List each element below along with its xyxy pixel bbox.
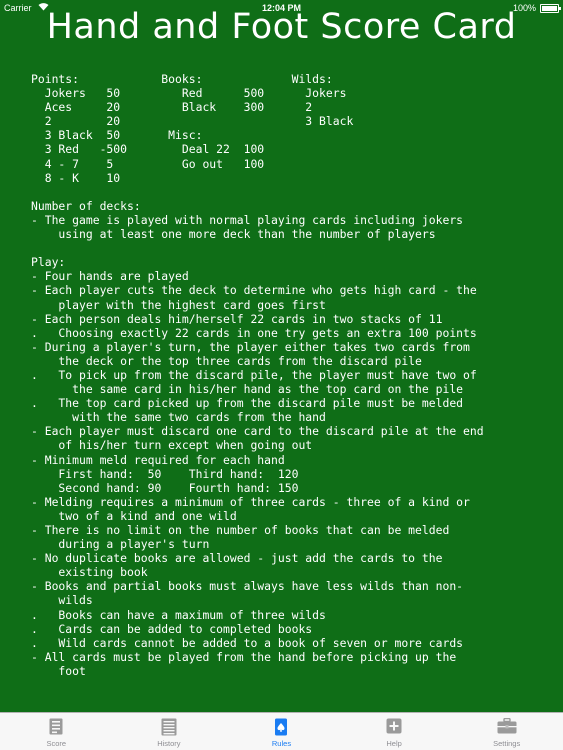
rules-line: 3 Black 50 Misc: — [31, 128, 203, 143]
score-icon — [49, 718, 63, 737]
rules-line: - Minimum meld required for each hand — [31, 452, 285, 467]
settings-icon — [497, 717, 517, 736]
tab-label: Settings — [493, 739, 521, 748]
rules-line — [31, 185, 556, 199]
rules-line: during a player's turn — [31, 537, 210, 552]
help-icon — [386, 718, 402, 736]
tab-score[interactable]: Score — [0, 713, 112, 750]
rules-line: - Each player cuts the deck to determine… — [31, 283, 477, 298]
rules-line: 3 Red -500 Deal 22 100 — [31, 142, 265, 157]
rules-line: Jokers 50 Red 500 Jokers — [31, 86, 347, 101]
rules-line: 2 20 3 Black — [31, 114, 354, 129]
page-title: Hand and Foot Score Card — [46, 7, 517, 47]
rules-line — [31, 241, 556, 255]
rules-line: wilds — [31, 593, 93, 608]
rules-line: foot — [31, 663, 86, 678]
rules-line: two of a kind and one wild — [31, 508, 237, 523]
rules-line: . Cards can be added to completed books — [31, 621, 313, 636]
rules-line: 8 - K 10 — [31, 170, 121, 185]
rules-line: of his/her turn except when going out — [31, 438, 313, 453]
rules-line: with the same two cards from the hand — [31, 410, 326, 425]
rules-line: - Each player must discard one card to t… — [31, 424, 484, 439]
rules-line: - Books and partial books must always ha… — [31, 579, 464, 594]
rules-line: Play: — [31, 255, 66, 270]
tab-rules[interactable]: Rules — [225, 713, 337, 750]
rules-line: . The top card picked up from the discar… — [31, 396, 464, 411]
rules-line: - Four hands are played — [31, 269, 189, 284]
tab-history[interactable]: History — [113, 713, 225, 750]
rules-line: . To pick up from the discard pile, the … — [31, 367, 477, 382]
rules-line: - No duplicate books are allowed - just … — [31, 551, 443, 566]
rules-line: 4 - 7 5 Go out 100 — [31, 156, 265, 171]
tab-label: Rules — [271, 739, 292, 748]
rules-line: . Wild cards cannot be added to a book o… — [31, 635, 464, 650]
rules-line: Aces 20 Black 300 2 — [31, 100, 313, 115]
rules-line: existing book — [31, 565, 148, 580]
rules-text: Points: Books: Wilds: Jokers 50 Red 500 … — [31, 72, 556, 678]
rules-line: Number of decks: — [31, 198, 141, 213]
rules-line: - There is no limit on the number of boo… — [31, 523, 450, 537]
rules-icon — [275, 718, 288, 738]
rules-line: Second hand: 90 Fourth hand: 150 — [31, 480, 299, 495]
tab-label: Score — [46, 739, 67, 748]
tab-bar: Score History Rules Help Settings — [0, 712, 563, 750]
rules-line: - All cards must be played from the hand… — [31, 649, 457, 664]
rules-line: - During a player's turn, the player eit… — [31, 339, 470, 354]
rules-line: the same card in his/her hand as the top… — [31, 382, 464, 397]
tab-label: Help — [386, 739, 402, 748]
rules-line: player with the highest card goes first — [31, 297, 326, 312]
rules-line: . Books can have a maximum of three wild… — [31, 607, 326, 622]
rules-line: the deck or the top three cards from the… — [31, 353, 422, 368]
tab-help[interactable]: Help — [338, 713, 450, 750]
tab-settings[interactable]: Settings — [451, 713, 563, 750]
rules-line: Points: Books: Wilds: — [31, 72, 333, 86]
tab-label: History — [157, 739, 181, 748]
rules-line: First hand: 50 Third hand: 120 — [31, 466, 299, 481]
rules-line: - Melding requires a minimum of three ca… — [31, 494, 470, 509]
rules-line: . Choosing exactly 22 cards in one try g… — [31, 325, 477, 340]
rules-line: - Each person deals him/herself 22 cards… — [31, 311, 443, 326]
rules-line: using at least one more deck than the nu… — [31, 227, 436, 242]
rules-line: - The game is played with normal playing… — [31, 212, 464, 227]
history-icon — [161, 718, 177, 738]
